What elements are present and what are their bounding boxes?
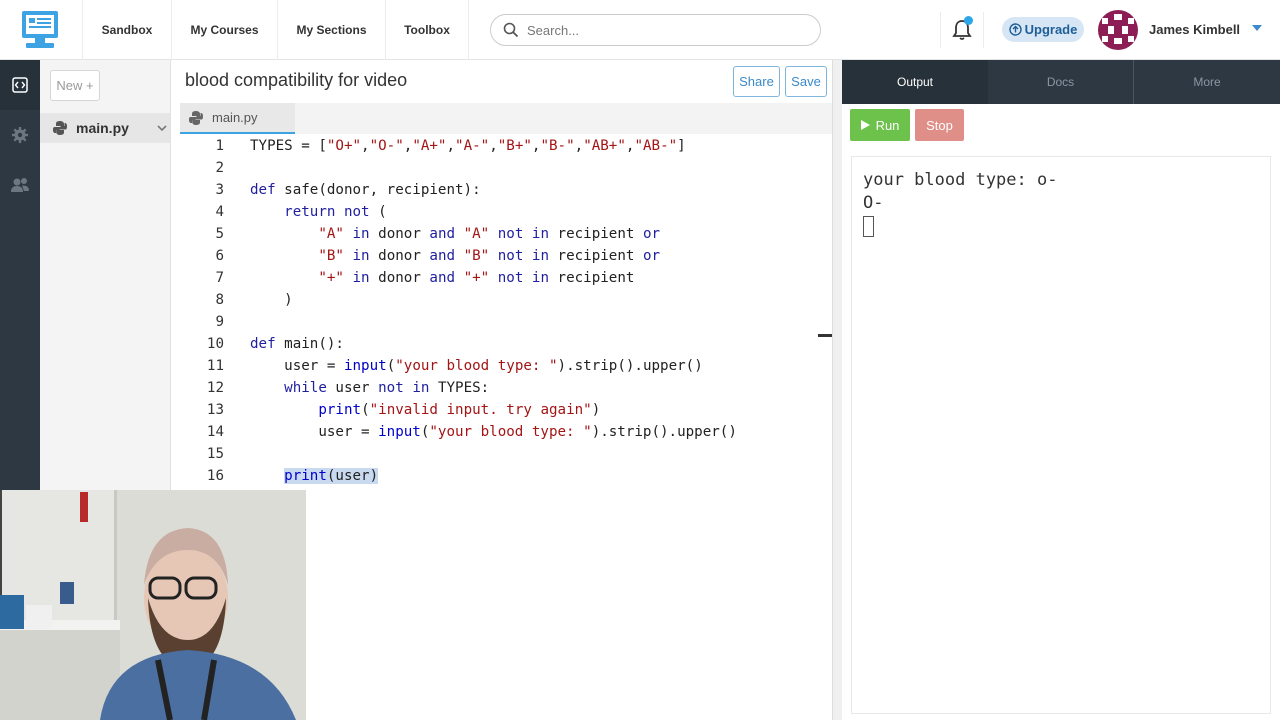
nav-sandbox[interactable]: Sandbox xyxy=(82,0,171,60)
run-button[interactable]: Run xyxy=(850,109,910,141)
project-title[interactable]: blood compatibility for video xyxy=(185,70,407,91)
users-icon xyxy=(11,178,29,192)
nav-toolbox[interactable]: Toolbox xyxy=(385,0,469,60)
output-tab-bar: Output Docs More xyxy=(842,60,1280,104)
file-panel: New + main.py xyxy=(40,60,171,490)
tab-docs[interactable]: Docs xyxy=(988,60,1134,104)
text-cursor xyxy=(863,215,874,237)
tab-label: main.py xyxy=(212,110,258,125)
file-item-main-py[interactable]: main.py xyxy=(40,113,170,143)
python-icon xyxy=(189,110,203,125)
rail-users-button[interactable] xyxy=(0,160,40,210)
save-button[interactable]: Save xyxy=(785,66,827,97)
search-input[interactable] xyxy=(527,22,797,38)
webcam-image xyxy=(0,490,306,720)
webcam-overlay xyxy=(0,490,306,720)
editor-tab-bar: main.py xyxy=(180,103,832,134)
scroll-marker xyxy=(818,334,832,337)
upgrade-label: Upgrade xyxy=(1024,22,1078,37)
console-line: your blood type: o- xyxy=(863,170,1058,190)
console-line: O- xyxy=(863,193,884,213)
stop-button[interactable]: Stop xyxy=(915,109,964,141)
nav-my-sections[interactable]: My Sections xyxy=(277,0,385,60)
console-input-line xyxy=(863,215,1259,238)
code-file-icon xyxy=(12,77,28,93)
avatar[interactable] xyxy=(1098,10,1138,50)
tab-main-py[interactable]: main.py xyxy=(180,103,295,134)
notifications-button[interactable] xyxy=(940,12,984,48)
rail-settings-button[interactable] xyxy=(0,110,40,160)
run-label: Run xyxy=(875,117,900,133)
file-name: main.py xyxy=(76,120,129,136)
upgrade-button[interactable]: Upgrade xyxy=(1002,17,1084,42)
play-icon xyxy=(860,120,870,130)
share-button[interactable]: Share xyxy=(733,66,780,97)
logo-icon[interactable] xyxy=(18,8,62,52)
gear-icon xyxy=(12,127,28,143)
new-file-button[interactable]: New + xyxy=(50,70,100,101)
user-name[interactable]: James Kimbell xyxy=(1149,22,1240,37)
search-icon xyxy=(503,22,519,38)
left-rail xyxy=(0,60,40,490)
notification-dot xyxy=(964,16,973,25)
upgrade-arrow-icon xyxy=(1008,23,1022,36)
code-editor[interactable]: 1 TYPES = ["O+","O-","A+","A-","B+","B-",… xyxy=(180,134,832,490)
nav-my-courses[interactable]: My Courses xyxy=(171,0,277,60)
search-box[interactable] xyxy=(490,14,821,46)
top-nav-bar: Sandbox My Courses My Sections Toolbox U… xyxy=(0,0,1280,60)
rail-code-button[interactable] xyxy=(0,60,40,110)
python-icon xyxy=(53,121,67,135)
panel-resize-handle[interactable] xyxy=(832,60,842,720)
chevron-down-icon[interactable] xyxy=(1252,25,1262,32)
tab-output[interactable]: Output xyxy=(842,60,988,104)
output-console[interactable]: your blood type: o- O- xyxy=(851,156,1271,714)
tab-more[interactable]: More xyxy=(1134,60,1280,104)
chevron-down-icon[interactable] xyxy=(157,124,167,132)
